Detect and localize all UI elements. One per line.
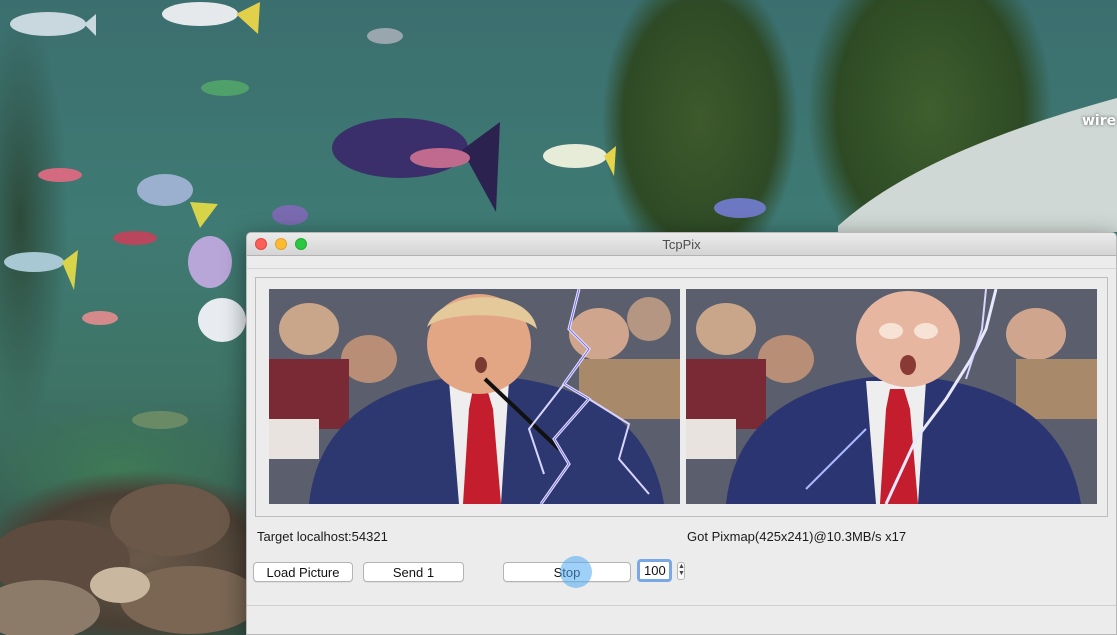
shark-shape bbox=[838, 98, 1117, 232]
pixmap-status-label: Got Pixmap(425x241)@10.3MB/s x17 bbox=[687, 529, 907, 544]
frame-count-spinbox[interactable]: ▲ ▼ bbox=[637, 559, 685, 582]
source-image bbox=[269, 289, 680, 504]
send-one-button[interactable]: Send 1 bbox=[363, 562, 464, 582]
wallpaper-overlay-text: wire bbox=[1082, 113, 1117, 129]
click-indicator bbox=[560, 556, 592, 588]
image-panel bbox=[255, 277, 1108, 517]
toolbar-strip bbox=[247, 256, 1116, 269]
target-status-label: Target localhost:54321 bbox=[257, 529, 388, 544]
received-image bbox=[686, 289, 1097, 504]
window-bottom-bar bbox=[247, 605, 1116, 634]
coral-shapes bbox=[0, 484, 260, 635]
window-title: TcpPix bbox=[662, 237, 701, 252]
load-picture-button[interactable]: Load Picture bbox=[253, 562, 353, 582]
window-titlebar[interactable]: TcpPix bbox=[247, 233, 1116, 256]
tcppix-window: TcpPix Target localhost:54321 Got Pixmap… bbox=[246, 232, 1117, 635]
spinbox-arrows[interactable]: ▲ ▼ bbox=[677, 562, 685, 580]
frame-count-input[interactable] bbox=[637, 559, 672, 582]
chevron-down-icon[interactable]: ▼ bbox=[678, 570, 685, 577]
chevron-up-icon[interactable]: ▲ bbox=[678, 563, 685, 570]
